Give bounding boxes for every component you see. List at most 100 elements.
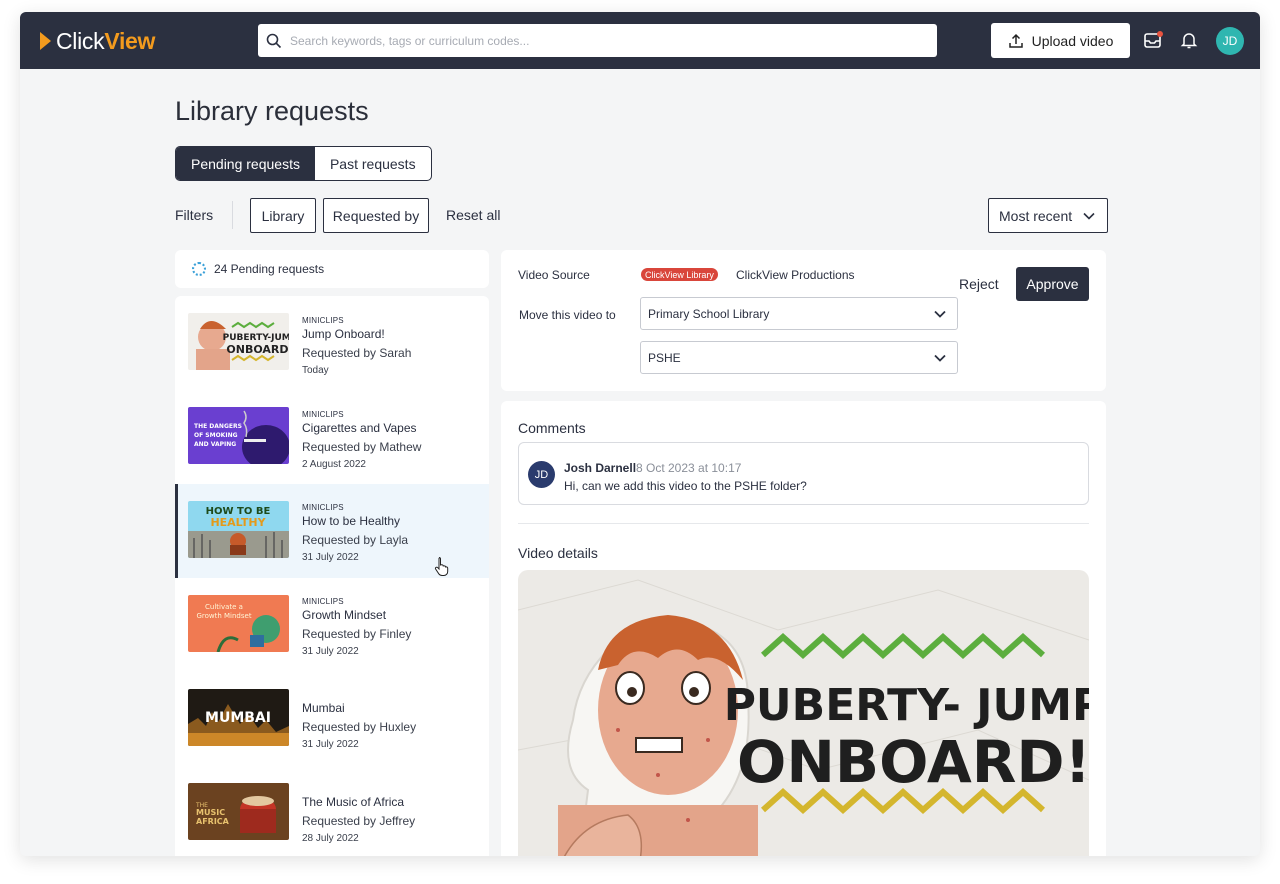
sort-label: Most recent	[999, 207, 1073, 224]
comment-timestamp: 8 Oct 2023 at 10:17	[636, 461, 742, 475]
item-date: 31 July 2022	[302, 552, 359, 563]
video-preview[interactable]: PUBERTY- JUMP ONBOARD!	[518, 570, 1089, 856]
preview-title-line1: PUBERTY- JUMP	[724, 680, 1089, 731]
video-thumbnail: Cultivate a Growth Mindset	[188, 595, 289, 652]
commenter-avatar: JD	[528, 461, 555, 488]
comments-title: Comments	[518, 420, 586, 436]
list-item[interactable]: THE MUSIC AFRICA The Music of Africa Reque…	[175, 766, 489, 856]
folder-select[interactable]: PSHE	[640, 341, 958, 374]
commenter-name: Josh Darnell	[564, 461, 637, 475]
library-select-value: Primary School Library	[648, 306, 770, 321]
item-requester: Requested by Finley	[302, 627, 412, 641]
source-name: ClickView Productions	[736, 268, 855, 282]
tab-past-requests[interactable]: Past requests	[315, 147, 431, 180]
section-divider	[518, 523, 1089, 524]
library-filter-button[interactable]: Library	[250, 198, 316, 233]
request-tabs: Pending requests Past requests	[175, 146, 432, 181]
reset-all-link[interactable]: Reset all	[446, 207, 500, 223]
page-title: Library requests	[175, 96, 369, 126]
filters-label: Filters	[175, 207, 214, 223]
item-title: Growth Mindset	[302, 608, 387, 622]
video-details-title: Video details	[518, 545, 598, 561]
item-requester: Requested by Sarah	[302, 346, 412, 360]
folder-select-value: PSHE	[648, 350, 681, 365]
svg-text:Cultivate a: Cultivate a	[205, 603, 243, 611]
pointer-cursor-icon	[434, 557, 449, 576]
clickview-logo[interactable]: Click View	[40, 26, 155, 56]
list-item[interactable]: THE DANGERS OF SMOKING AND VAPING MINICLIP…	[175, 390, 489, 484]
list-item[interactable]: MUMBAI Mumbai Requested by Huxley 31 Jul…	[175, 672, 489, 766]
move-to-label: Move this video to	[519, 308, 616, 322]
pending-count-card: 24 Pending requests	[175, 250, 489, 288]
item-tag: MINICLIPS	[302, 503, 344, 512]
filters-divider	[232, 201, 233, 229]
pending-count-label: 24 Pending requests	[214, 262, 325, 276]
video-thumbnail: THE MUSIC AFRICA	[188, 783, 289, 840]
item-tag: MINICLIPS	[302, 597, 344, 606]
request-list: PUBERTY-JUMPONBOARD! MINICLIPS Jump Onbo…	[175, 296, 489, 856]
app-window: ClickView Upload video JD Library reques…	[20, 12, 1260, 856]
item-requester: Requested by Layla	[302, 533, 409, 547]
item-title: Jump Onboard!	[302, 327, 385, 341]
svg-text:AFRICA: AFRICA	[196, 817, 230, 826]
video-thumbnail: PUBERTY-JUMPONBOARD!	[188, 313, 289, 370]
item-tag: MINICLIPS	[302, 410, 344, 419]
preview-title-line2: ONBOARD!	[737, 728, 1089, 796]
search-bar[interactable]	[258, 24, 937, 57]
chevron-down-icon	[934, 310, 946, 318]
tab-pending-requests[interactable]: Pending requests	[176, 147, 315, 180]
item-requester: Requested by Huxley	[302, 720, 417, 734]
upload-icon	[1008, 33, 1023, 48]
item-title: How to be Healthy	[302, 514, 401, 528]
list-item[interactable]: Cultivate a Growth Mindset MINICLIPS Grow…	[175, 578, 489, 672]
item-requester: Requested by Mathew	[302, 440, 422, 454]
video-thumbnail: HOW TO BE HEALTHY	[188, 501, 289, 558]
svg-text:OF SMOKING: OF SMOKING	[194, 432, 238, 439]
item-title: The Music of Africa	[302, 795, 405, 809]
details-panel: Comments JD Josh Darnell 8 Oct 2023 at 1…	[501, 401, 1106, 856]
item-title: Cigarettes and Vapes	[302, 421, 417, 435]
svg-text:MUSIC: MUSIC	[196, 808, 225, 817]
bell-icon	[1180, 33, 1198, 49]
sort-dropdown[interactable]: Most recent	[988, 198, 1108, 233]
chevron-down-icon	[1083, 212, 1095, 220]
svg-text:HEALTHY: HEALTHY	[210, 516, 266, 529]
video-source-label: Video Source	[518, 268, 590, 282]
search-icon	[266, 33, 282, 48]
item-date: Today	[302, 365, 329, 376]
video-thumbnail: MUMBAI	[188, 689, 289, 746]
svg-text:ONBOARD!: ONBOARD!	[226, 343, 289, 356]
play-logo-icon	[40, 32, 51, 50]
inbox-button[interactable]	[1141, 28, 1165, 52]
item-tag: MINICLIPS	[302, 316, 344, 325]
loading-spinner-icon	[192, 262, 206, 276]
item-date: 2 August 2022	[302, 459, 366, 470]
upload-video-label: Upload video	[1031, 32, 1114, 49]
request-actions-panel: Video Source ClickView Library ClickView…	[501, 250, 1106, 391]
user-avatar[interactable]: JD	[1216, 27, 1244, 55]
svg-text:AND VAPING: AND VAPING	[194, 441, 236, 448]
svg-text:Growth Mindset: Growth Mindset	[196, 612, 251, 620]
item-requester: Requested by Jeffrey	[302, 814, 416, 828]
item-date: 31 July 2022	[302, 646, 359, 657]
list-item-selected[interactable]: HOW TO BE HEALTHY MINICLIPS How to be Hea…	[175, 484, 489, 578]
requested-by-filter-button[interactable]: Requested by	[323, 198, 429, 233]
library-select[interactable]: Primary School Library	[640, 297, 958, 330]
list-item[interactable]: PUBERTY-JUMPONBOARD! MINICLIPS Jump Onbo…	[175, 296, 489, 390]
svg-text:THE DANGERS: THE DANGERS	[194, 423, 242, 430]
reject-button[interactable]: Reject	[959, 276, 999, 292]
logo-text-click: Click	[56, 27, 105, 54]
search-input[interactable]	[290, 33, 937, 48]
item-date: 28 July 2022	[302, 833, 359, 844]
comment-text: Hi, can we add this video to the PSHE fo…	[564, 479, 807, 493]
top-bar: ClickView Upload video JD	[20, 12, 1260, 69]
upload-video-button[interactable]: Upload video	[991, 23, 1130, 58]
notifications-button[interactable]	[1177, 28, 1201, 52]
comment-card: JD Josh Darnell 8 Oct 2023 at 10:17 Hi, …	[518, 442, 1089, 505]
approve-button[interactable]: Approve	[1016, 267, 1089, 301]
chevron-down-icon	[934, 354, 946, 362]
item-date: 31 July 2022	[302, 739, 359, 750]
logo-text-view: View	[104, 27, 156, 54]
svg-text:MUMBAI: MUMBAI	[205, 710, 271, 726]
svg-text:PUBERTY-JUMP: PUBERTY-JUMP	[223, 333, 289, 343]
